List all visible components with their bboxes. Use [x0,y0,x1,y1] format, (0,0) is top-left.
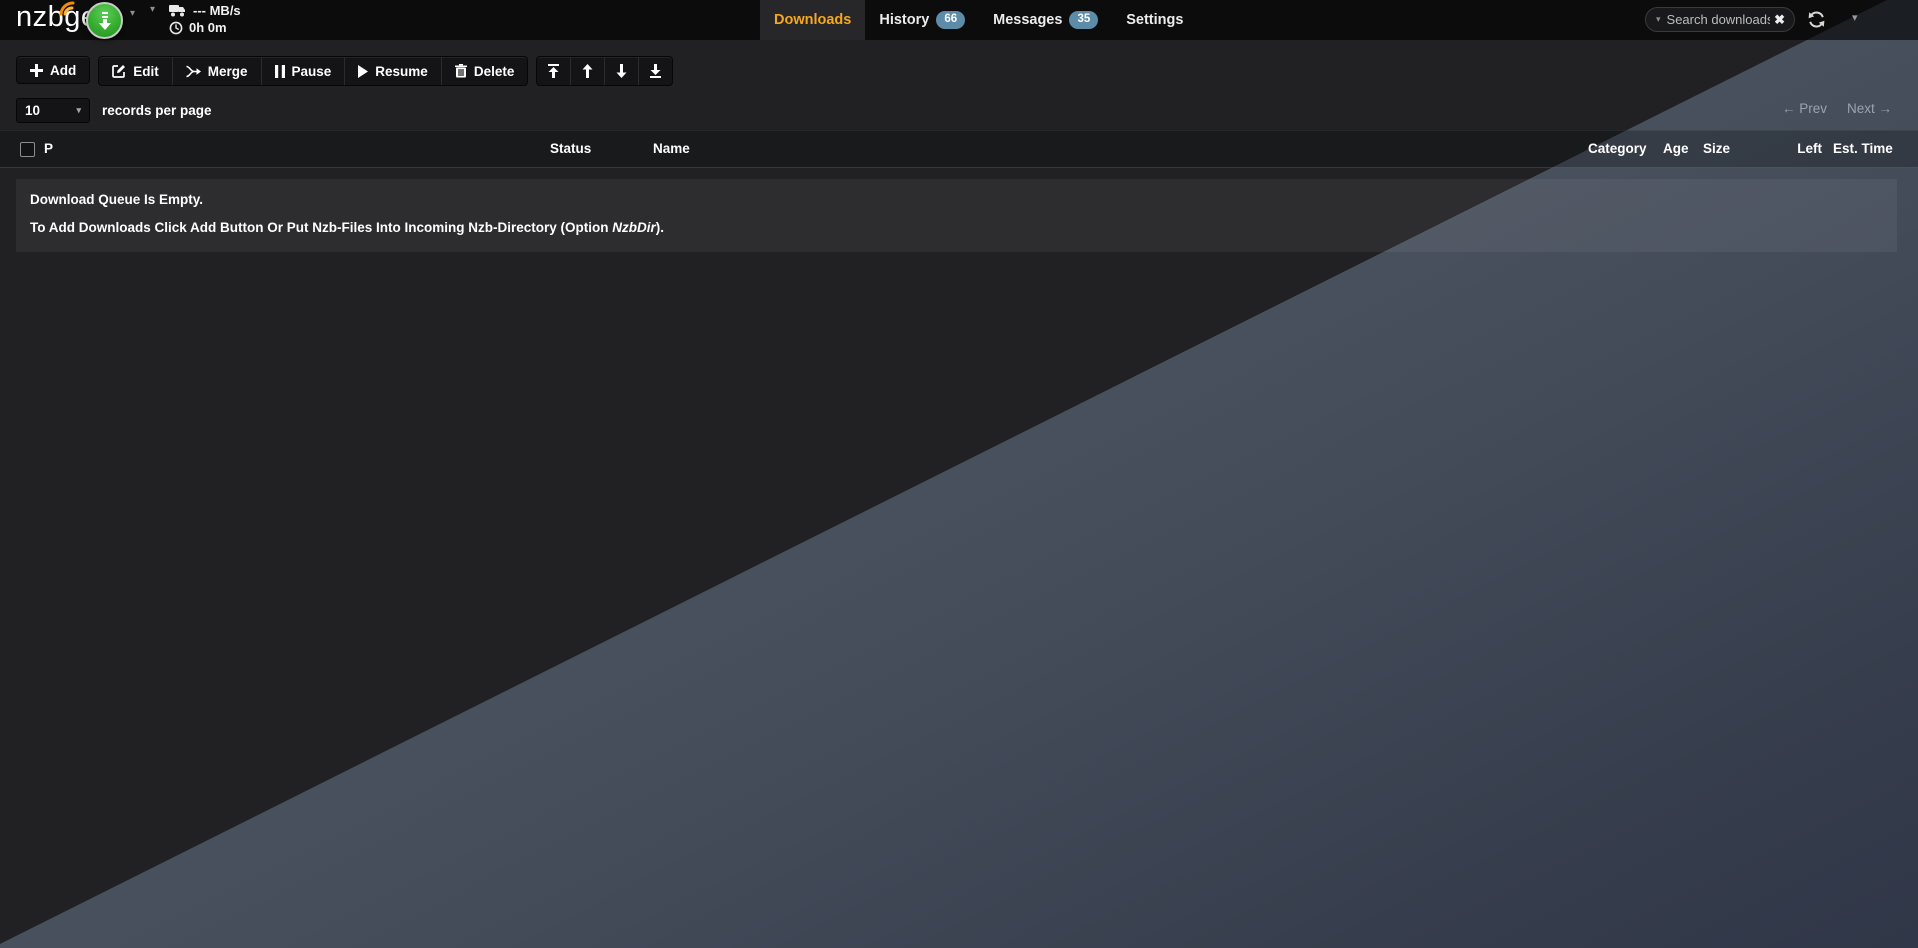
edit-icon [112,64,126,78]
edit-button[interactable]: Edit [99,57,172,85]
page-size-select[interactable]: 10 ▾ [16,98,90,123]
tab-settings[interactable]: Settings [1112,0,1197,40]
page-size-caret-icon: ▾ [76,105,81,116]
records-per-page-label: records per page [102,103,212,118]
plus-icon [30,64,43,77]
column-status: Status [550,141,591,156]
add-button[interactable]: Add [16,56,90,84]
move-bottom-button[interactable] [638,57,672,85]
download-arrow-icon [97,11,113,31]
pause-button-label: Pause [292,64,332,79]
pause-button[interactable]: Pause [261,57,345,85]
move-top-button[interactable] [537,57,570,85]
delete-button[interactable]: Delete [441,57,528,85]
download-options-caret-icon[interactable]: ▾ [130,8,135,19]
column-name: Name [653,141,690,156]
move-actions-group [536,56,673,86]
top-navbar: nzbget ▾ ▾ --- MB/s 0h 0m [0,0,1918,40]
prev-page-link[interactable]: ← Prev [1782,101,1827,116]
edit-button-label: Edit [133,64,159,79]
select-all-checkbox[interactable] [20,142,35,157]
delete-button-label: Delete [474,64,515,79]
move-up-button[interactable] [570,57,604,85]
tab-downloads-label: Downloads [774,12,851,28]
tab-downloads[interactable]: Downloads [760,0,865,40]
empty-queue-hint: To Add Downloads Click Add Button Or Put… [30,220,1897,235]
empty-queue-title: Download Queue Is Empty. [30,192,1897,207]
queue-table-header: P Status Name Category Age Size Left Est… [0,130,1918,168]
empty-hint-prefix: To Add Downloads Click Add Button Or Put… [30,220,612,235]
search-options-caret-icon[interactable]: ▾ [1656,14,1661,25]
refresh-button[interactable] [1806,9,1827,30]
tab-settings-label: Settings [1126,12,1183,28]
empty-hint-suffix: ). [656,220,664,235]
edit-actions-group: Edit Merge Pause Resume [98,56,528,86]
tab-messages[interactable]: Messages 35 [979,0,1112,40]
merge-button[interactable]: Merge [172,57,261,85]
logo-signal-arcs-icon [59,0,85,16]
queue-toolbar: Add Edit Merge Pause Res [16,56,673,86]
empty-hint-option-name: NzbDir [612,220,656,235]
download-nzb-button[interactable] [86,2,123,39]
column-priority: P [44,141,53,156]
time-left-clock-icon [169,21,183,35]
move-down-button[interactable] [604,57,638,85]
messages-count-badge: 35 [1069,11,1098,29]
page-size-value: 10 [25,103,40,118]
arrow-to-top-icon [547,64,560,78]
main-nav-tabs: Downloads History 66 Messages 35 Setting… [760,0,1197,40]
add-button-label: Add [50,63,76,78]
search-input[interactable] [1667,12,1771,27]
download-speed-value: --- MB/s [193,3,241,18]
tab-history-label: History [879,12,929,28]
stats-caret-icon[interactable]: ▾ [150,4,155,15]
arrow-to-bottom-icon [649,64,662,78]
search-clear-icon[interactable]: ✖ [1774,12,1785,28]
arrow-up-icon [581,64,594,78]
empty-queue-panel: Download Queue Is Empty. To Add Download… [16,179,1897,252]
column-category: Category [1588,141,1647,156]
column-size: Size [1703,141,1730,156]
tab-messages-label: Messages [993,12,1062,28]
tab-history[interactable]: History 66 [865,0,979,40]
merge-icon [186,65,201,78]
merge-button-label: Merge [208,64,248,79]
next-page-link[interactable]: Next → [1847,101,1892,116]
column-est-time: Est. Time [1833,141,1893,156]
speed-truck-icon [169,4,187,17]
column-age: Age [1663,141,1689,156]
pause-icon [275,65,285,78]
resume-button[interactable]: Resume [344,57,441,85]
pagination: ← Prev Next → [1782,101,1892,116]
refresh-icon [1806,9,1827,30]
resume-button-label: Resume [375,64,428,79]
arrow-down-icon [615,64,628,78]
navbar-more-caret-icon[interactable]: ▾ [1852,11,1858,24]
column-left: Left [1782,141,1822,156]
time-left-value: 0h 0m [189,20,227,35]
trash-icon [455,64,467,78]
history-count-badge: 66 [936,11,965,29]
search-box: ▾ ✖ [1645,7,1795,32]
play-icon [358,65,368,78]
records-per-page-row: 10 ▾ records per page [16,98,212,123]
